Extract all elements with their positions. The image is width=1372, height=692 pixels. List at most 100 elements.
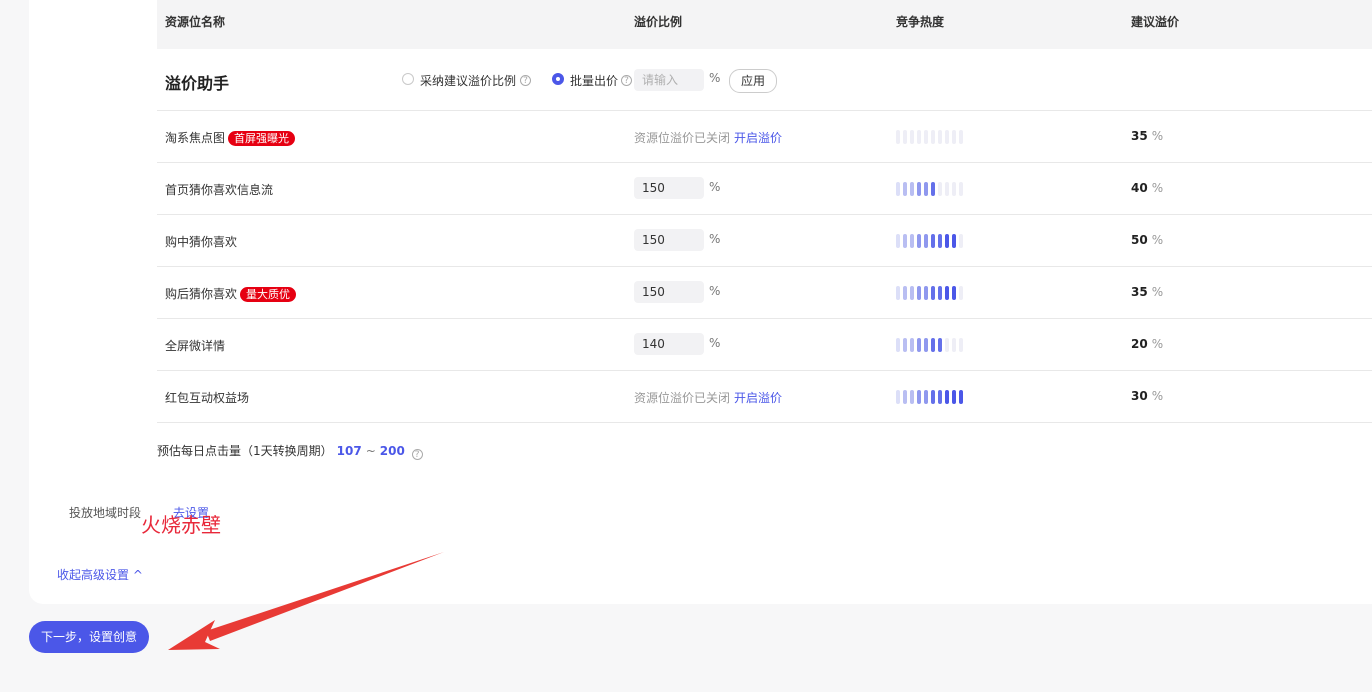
competition-heat-meter <box>896 234 963 248</box>
premium-ratio-input[interactable]: 150 <box>634 229 704 251</box>
heat-bar <box>931 234 935 248</box>
heat-bar <box>910 338 914 352</box>
heat-bar <box>896 338 900 352</box>
heat-bar <box>959 234 963 248</box>
heat-bar <box>931 390 935 404</box>
estimate-tilde: ~ <box>365 444 376 458</box>
resource-name-text: 红包互动权益场 <box>165 391 250 405</box>
help-icon[interactable]: ? <box>520 75 531 86</box>
help-icon[interactable]: ? <box>411 449 423 460</box>
radio-batch[interactable] <box>552 73 564 85</box>
percent-sign: % <box>1151 129 1164 143</box>
help-icon[interactable]: ? <box>621 75 632 86</box>
heat-bar <box>959 390 963 404</box>
helper-title: 溢价助手 <box>165 74 230 93</box>
estimate-label: 预估每日点击量（1天转换周期） <box>157 444 333 458</box>
heat-bar <box>910 286 914 300</box>
header-suggest: 建议溢价 <box>1131 15 1180 29</box>
collapse-advanced-link[interactable]: 收起高级设置 ^ <box>57 566 143 583</box>
suggested-premium-value: 50 <box>1131 233 1148 247</box>
heat-bar <box>945 286 949 300</box>
heat-bar <box>952 130 956 144</box>
heat-bar <box>931 182 935 196</box>
heat-bar <box>945 130 949 144</box>
percent-sign: % <box>709 284 721 298</box>
header-ratio: 溢价比例 <box>634 15 683 29</box>
batch-ratio-input[interactable]: 请输入 <box>634 69 704 91</box>
header-name: 资源位名称 <box>165 15 226 29</box>
heat-bar <box>903 390 907 404</box>
heat-bar <box>896 130 900 144</box>
premium-ratio-input[interactable]: 150 <box>634 281 704 303</box>
heat-bar <box>945 338 949 352</box>
heat-bar <box>903 338 907 352</box>
resource-name: 红包互动权益场 <box>165 389 249 406</box>
heat-bar <box>938 338 942 352</box>
percent-sign: % <box>1151 389 1164 403</box>
radio-batch-label[interactable]: 批量出价 <box>570 72 618 89</box>
heat-bar <box>938 286 942 300</box>
heat-bar <box>924 182 928 196</box>
heat-bar <box>959 130 963 144</box>
heat-bar <box>945 390 949 404</box>
heat-bar <box>931 338 935 352</box>
heat-bar <box>924 234 928 248</box>
heat-bar <box>903 286 907 300</box>
next-step-button[interactable]: 下一步，设置创意 <box>29 621 149 653</box>
heat-bar <box>896 182 900 196</box>
resource-tag-badge: 首屏强曝光 <box>228 131 296 146</box>
table-row: 首页猜你喜欢信息流 150% 40% <box>157 163 1372 215</box>
heat-bar <box>917 390 921 404</box>
competition-heat-meter <box>896 390 963 404</box>
resource-name: 购中猜你喜欢 <box>165 233 237 250</box>
heat-bar <box>924 286 928 300</box>
heat-bar <box>952 390 956 404</box>
competition-heat-meter <box>896 338 963 352</box>
enable-premium-link[interactable]: 开启溢价 <box>734 391 782 405</box>
heat-bar <box>938 182 942 196</box>
heat-bar <box>952 338 956 352</box>
table-row: 购中猜你喜欢 150% 50% <box>157 215 1372 267</box>
radio-adopt[interactable] <box>402 73 414 85</box>
percent-sign: % <box>709 71 721 85</box>
heat-bar <box>903 234 907 248</box>
heat-bar <box>924 390 928 404</box>
percent-sign: % <box>1151 233 1164 247</box>
suggested-premium-value: 35 <box>1131 285 1148 299</box>
suggested-premium-value: 40 <box>1131 181 1148 195</box>
table-row: 全屏微详情 140% 20% <box>157 319 1372 371</box>
heat-bar <box>896 286 900 300</box>
heat-bar <box>903 182 907 196</box>
resource-name-text: 全屏微详情 <box>165 339 226 353</box>
heat-bar <box>896 234 900 248</box>
resource-name-text: 购后猜你喜欢 <box>165 287 238 301</box>
suggested-premium-value: 20 <box>1131 337 1148 351</box>
resource-name-text: 淘系焦点图 <box>165 131 226 145</box>
watermark-text: 火烧赤壁 <box>141 513 221 537</box>
percent-sign: % <box>1151 285 1164 299</box>
competition-heat-meter <box>896 182 963 196</box>
radio-adopt-label[interactable]: 采纳建议溢价比例 <box>420 72 516 89</box>
table-row: 红包互动权益场 资源位溢价已关闭 开启溢价 30% <box>157 371 1372 423</box>
heat-bar <box>924 338 928 352</box>
percent-sign: % <box>709 232 721 246</box>
heat-bar <box>910 182 914 196</box>
heat-bar <box>917 234 921 248</box>
heat-bar <box>938 234 942 248</box>
region-time-label: 投放地域时段 <box>69 506 142 520</box>
heat-bar <box>910 130 914 144</box>
heat-bar <box>931 286 935 300</box>
premium-closed-status: 资源位溢价已关闭 开启溢价 <box>634 389 782 406</box>
heat-bar <box>945 182 949 196</box>
suggested-premium: 35% <box>1131 129 1163 143</box>
heat-bar <box>952 182 956 196</box>
heat-bar <box>903 130 907 144</box>
percent-sign: % <box>709 180 721 194</box>
competition-heat-meter <box>896 130 963 144</box>
enable-premium-link[interactable]: 开启溢价 <box>734 131 782 145</box>
premium-ratio-input[interactable]: 140 <box>634 333 704 355</box>
apply-button[interactable]: 应用 <box>729 69 777 93</box>
header-heat: 竞争热度 <box>896 15 945 29</box>
suggested-premium-value: 35 <box>1131 129 1148 143</box>
premium-ratio-input[interactable]: 150 <box>634 177 704 199</box>
